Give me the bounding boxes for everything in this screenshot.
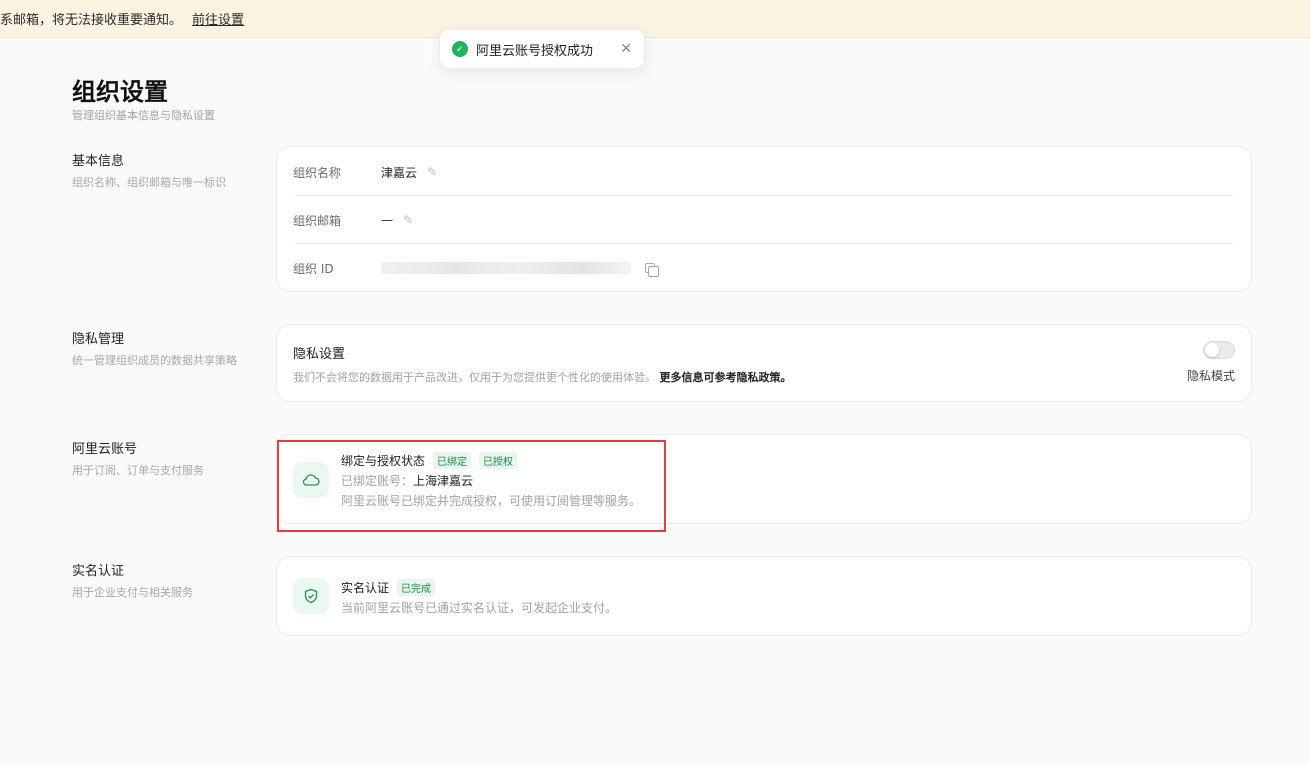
org-id-redacted (381, 262, 631, 274)
shield-check-icon (293, 578, 329, 614)
edit-pencil-icon[interactable]: ✎ (427, 165, 437, 179)
aliyun-note: 阿里云账号已绑定并完成授权，可使用订阅管理等服务。 (341, 494, 642, 508)
toggle-knob (1205, 343, 1219, 357)
org-email-value: — (381, 213, 393, 227)
realname-note: 当前阿里云账号已通过实名认证，可发起企业支付。 (341, 601, 618, 615)
org-name-value: 津嘉云 (381, 165, 418, 180)
edit-pencil-icon[interactable]: ✎ (403, 213, 413, 227)
authorized-badge: 已授权 (479, 452, 518, 469)
realname-title-label: 实名认证 (341, 581, 390, 595)
section-desc-basic: 组织名称、组织邮箱与唯一标识 (72, 176, 226, 189)
privacy-desc-text: 我们不会将您的数据用于产品改进，仅用于为您提供更个性化的使用体验。 (293, 371, 656, 384)
notice-banner: 系邮箱，将无法接收重要通知。 前往设置 (0, 0, 1310, 38)
success-toast: ✓ 阿里云账号授权成功 ✕ (439, 29, 645, 69)
privacy-card-title: 隐私设置 (293, 347, 346, 362)
success-check-icon: ✓ (452, 41, 468, 57)
page-title: 组织设置 (72, 78, 168, 106)
binding-status-label: 绑定与授权状态 (341, 454, 426, 468)
bound-account-line: 已绑定账号：上海津嘉云 (341, 472, 473, 489)
section-label-privacy: 隐私管理 (72, 332, 125, 347)
privacy-policy-link[interactable]: 更多信息可参考隐私政策。 (660, 371, 792, 384)
section-desc-privacy: 统一管理组织成员的数据共享策略 (72, 354, 237, 367)
realname-card: 实名认证 已完成 当前阿里云账号已通过实名认证，可发起企业支付。 (276, 556, 1252, 636)
section-label-realname: 实名认证 (72, 564, 125, 579)
bound-account-value: 上海津嘉云 (413, 474, 474, 488)
section-label-aliyun: 阿里云账号 (72, 442, 138, 457)
bound-badge: 已绑定 (433, 452, 472, 469)
toast-close-icon[interactable]: ✕ (620, 41, 632, 57)
banner-text: 系邮箱，将无法接收重要通知。 (0, 13, 183, 28)
completed-badge: 已完成 (397, 579, 436, 596)
org-email-label: 组织邮箱 (293, 213, 342, 228)
aliyun-card: 绑定与授权状态 已绑定 已授权 已绑定账号：上海津嘉云 阿里云账号已绑定并完成授… (276, 434, 1252, 524)
org-email-row: 组织邮箱 — ✎ (293, 196, 1235, 244)
realname-title: 实名认证 已完成 (341, 579, 436, 596)
org-name-label: 组织名称 (293, 165, 342, 180)
basic-info-card: 组织名称 津嘉云 ✎ 组织邮箱 — ✎ 组织 ID (276, 146, 1252, 292)
cloud-icon (293, 462, 329, 498)
org-id-row: 组织 ID (293, 244, 1235, 292)
section-label-basic: 基本信息 (72, 154, 125, 169)
privacy-card-desc: 我们不会将您的数据用于产品改进，仅用于为您提供更个性化的使用体验。 更多信息可参… (293, 369, 792, 385)
toast-message: 阿里云账号授权成功 (476, 43, 594, 59)
page-subtitle: 管理组织基本信息与隐私设置 (72, 109, 215, 122)
org-id-label: 组织 ID (293, 261, 334, 276)
bound-account-label: 已绑定账号： (341, 474, 414, 488)
privacy-mode-toggle[interactable] (1203, 341, 1235, 359)
privacy-card: 隐私设置 我们不会将您的数据用于产品改进，仅用于为您提供更个性化的使用体验。 更… (276, 324, 1252, 402)
banner-settings-link[interactable]: 前往设置 (192, 9, 244, 28)
binding-status-title: 绑定与授权状态 已绑定 已授权 (341, 452, 518, 469)
section-desc-aliyun: 用于订阅、订单与支付服务 (72, 464, 204, 477)
org-name-row: 组织名称 津嘉云 ✎ (293, 148, 1235, 196)
copy-icon[interactable] (645, 263, 659, 277)
privacy-mode-label: 隐私模式 (1186, 369, 1235, 383)
section-desc-realname: 用于企业支付与相关服务 (72, 586, 193, 599)
